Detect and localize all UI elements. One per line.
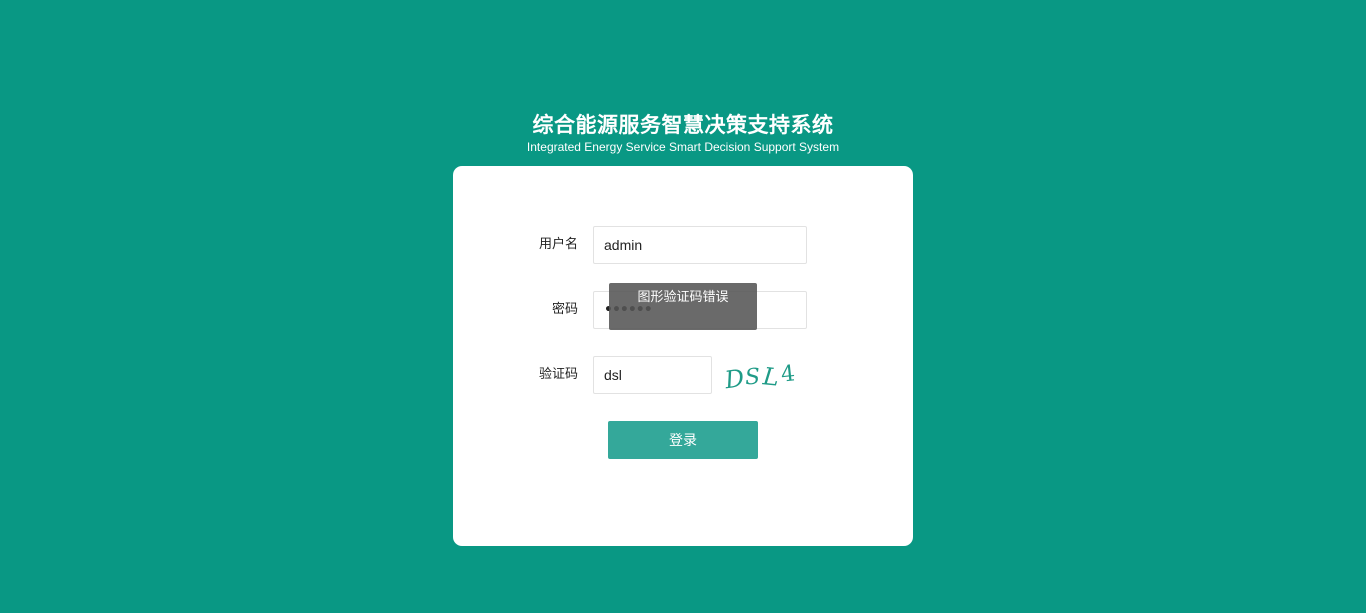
captcha-char: L [761, 362, 781, 392]
username-row: 用户名 [453, 226, 913, 264]
error-toast: 图形验证码错误 [609, 283, 757, 330]
login-page: 综合能源服务智慧决策支持系统 Integrated Energy Service… [0, 0, 1366, 613]
page-subtitle: Integrated Energy Service Smart Decision… [526, 140, 840, 154]
captcha-row: 验证码 D S L 4 [453, 356, 913, 394]
captcha-image[interactable]: D S L 4 [723, 356, 803, 394]
header: 综合能源服务智慧决策支持系统 Integrated Energy Service… [0, 110, 1366, 154]
captcha-char: S [744, 365, 761, 391]
password-label: 密码 [551, 302, 578, 317]
captcha-field-box [593, 356, 712, 394]
username-label: 用户名 [538, 237, 578, 252]
captcha-char: D [723, 364, 746, 394]
username-field-box [593, 226, 807, 264]
username-input[interactable] [594, 227, 806, 263]
captcha-label: 验证码 [538, 367, 578, 382]
captcha-char: 4 [780, 361, 797, 387]
login-card: 用户名 密码 •••••• 验证码 D S L 4 登录 [453, 166, 913, 546]
error-toast-message: 图形验证码错误 [637, 290, 729, 305]
captcha-input[interactable] [594, 357, 711, 393]
page-title: 综合能源服务智慧决策支持系统 [532, 113, 834, 137]
login-button[interactable]: 登录 [608, 421, 758, 459]
